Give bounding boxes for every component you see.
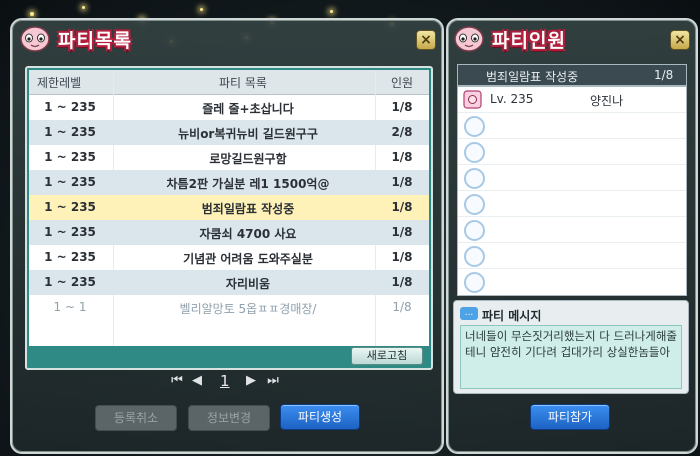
empty-slot-icon [464,220,485,241]
party-list-container: 제한레벨 파티 목록 인원 1 ~ 235 즐레 줄+초삽니다 1/8 1 ~ … [25,66,433,370]
party-count: 1/8 [391,100,413,114]
member-slot-empty [458,269,686,294]
party-title: 즐레 줄+초삽니다 [202,102,294,116]
member-slot-empty [458,191,686,217]
party-count: 1/8 [391,175,413,189]
member-slot-empty [458,217,686,243]
party-title: 자쿰쇠 4700 사요 [199,227,297,241]
party-title: 자리비움 [225,277,271,291]
firefly-light [330,10,333,13]
firefly-light [200,8,203,11]
empty-slot-icon [464,194,485,215]
party-count: 1/8 [391,225,413,239]
party-row[interactable]: 1 ~ 235 자쿰쇠 4700 사요 1/8 [29,220,429,245]
firefly-light [82,6,85,9]
member-slot-empty [458,139,686,165]
member-slot-empty [458,113,686,139]
party-level: 1 ~ 235 [44,150,96,164]
column-header-level: 제한레벨 [37,76,82,90]
member-list: Lv. 235 양진나 [457,86,687,296]
party-count: 1/8 [392,300,412,314]
edit-info-button[interactable]: 정보변경 [188,405,270,431]
party-row[interactable]: 1 ~ 235 자리비움 1/8 [29,270,429,295]
party-message-text: 너네들이 무슨짓거리했는지 다 드러나게해줄테니 얌전히 기다려 겁대가리 상실… [465,329,677,359]
column-header-title: 파티 목록 [219,76,267,90]
next-page-icon[interactable]: ▶ [244,374,258,388]
empty-slot-icon [464,246,485,267]
join-party-button[interactable]: 파티참가 [530,404,610,430]
party-message-box: ... 파티 메시지 너네들이 무슨짓거리했는지 다 드러나게해줄테니 얌전히 … [453,300,689,394]
create-party-button[interactable]: 파티생성 [280,404,360,430]
party-member-count: 1/8 [654,68,674,82]
party-row[interactable]: 1 ~ 235 차틈2판 가실분 레1 1500억@ 1/8 [29,170,429,195]
member-avatar-icon [463,90,482,109]
party-level: 1 ~ 235 [44,100,96,114]
column-header-count: 인원 [391,76,414,90]
party-count: 1/8 [391,150,413,164]
party-title: 벨리알망토 5옵ㅍㅍ경매장/ [179,302,317,316]
empty-slot-icon [464,142,485,163]
member-name: 양진나 [590,94,624,108]
party-level: 1 ~ 235 [44,250,96,264]
party-count: 1/8 [391,275,413,289]
first-page-icon[interactable]: ⏮ [170,374,184,388]
party-level: 1 ~ 235 [44,200,96,214]
cancel-registration-button[interactable]: 등록취소 [95,405,177,431]
party-row-selected[interactable]: 1 ~ 235 범죄일람표 작성중 1/8 [29,195,429,220]
party-row[interactable]: 1 ~ 235 뉴비or복귀뉴비 길드원구구 2/8 [29,120,429,145]
party-level: 1 ~ 235 [44,125,96,139]
party-title: 기념관 어려움 도와주실분 [183,252,313,266]
party-title: 로망길드원구함 [209,152,287,166]
party-row[interactable]: 1 ~ 235 로망길드원구함 1/8 [29,145,429,170]
party-name: 범죄일람표 작성중 [486,70,579,84]
party-row[interactable]: 1 ~ 1 벨리알망토 5옵ㅍㅍ경매장/ 1/8 [29,295,429,320]
party-level: 1 ~ 235 [44,275,96,289]
party-level: 1 ~ 235 [44,225,96,239]
refresh-button[interactable]: 새로고침 [351,347,423,365]
member-slot-empty [458,243,686,269]
speech-bubble-icon: ... [460,307,478,320]
last-page-icon[interactable]: ⏭ [266,374,280,388]
party-list-table: 제한레벨 파티 목록 인원 1 ~ 235 즐레 줄+초삽니다 1/8 1 ~ … [29,70,429,346]
pink-bean-mascot-icon [454,26,484,52]
close-icon[interactable]: × [416,30,436,50]
party-info-header: 범죄일람표 작성중 1/8 [457,64,687,86]
firefly-light [30,12,34,16]
party-level: 1 ~ 235 [44,175,96,189]
pink-bean-mascot-icon [20,26,50,52]
empty-slot-icon [464,116,485,137]
party-row[interactable]: 1 ~ 235 기념관 어려움 도와주실분 1/8 [29,245,429,270]
empty-slot-icon [464,168,485,189]
empty-slot-icon [464,272,485,293]
party-count: 2/8 [391,125,413,139]
party-list-title: 파티목록 [58,30,132,52]
prev-page-icon[interactable]: ◀ [190,374,204,388]
party-row[interactable]: 1 ~ 235 즐레 줄+초삽니다 1/8 [29,95,429,120]
party-title: 뉴비or복귀뉴비 길드원구구 [178,127,318,141]
party-count: 1/8 [391,200,413,214]
party-message-body: 너네들이 무슨짓거리했는지 다 드러나게해줄테니 얌전히 기다려 겁대가리 상실… [460,325,682,389]
current-page-number: 1 [220,372,230,390]
member-level: Lv. 235 [490,92,534,106]
party-count: 1/8 [391,250,413,264]
party-title: 차틈2판 가실분 레1 1500억@ [166,177,330,191]
member-slot[interactable]: Lv. 235 양진나 [458,87,686,113]
party-list-header: 제한레벨 파티 목록 인원 [29,70,429,95]
party-message-title: 파티 메시지 [482,309,542,323]
party-title: 범죄일람표 작성중 [201,202,295,216]
party-member-title: 파티인원 [492,30,566,52]
party-level: 1 ~ 1 [53,300,87,314]
member-slot-empty [458,165,686,191]
close-icon[interactable]: × [670,30,690,50]
